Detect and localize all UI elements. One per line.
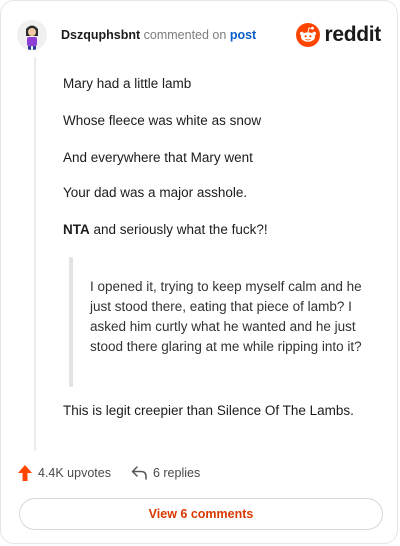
username-link[interactable]: Dszquphsbnt xyxy=(61,28,140,42)
comment-header: Dszquphsbnt commented on post reddit xyxy=(17,19,381,51)
verdict-bold: NTA xyxy=(63,222,90,237)
upvote-button[interactable]: 4.4K upvotes xyxy=(18,465,111,481)
quote-bar xyxy=(69,257,73,387)
reply-button[interactable]: 6 replies xyxy=(131,466,200,480)
comment-line-4: Your dad was a major asshole. xyxy=(63,185,248,200)
comment-card: Dszquphsbnt commented on post reddit Mar… xyxy=(0,0,398,544)
closing-line: This is legit creepier than Silence Of T… xyxy=(63,403,354,418)
comment-line-1: Mary had a little lamb xyxy=(63,76,192,91)
verdict-line: NTA and seriously what the fuck?! xyxy=(63,220,268,240)
upvote-arrow-icon xyxy=(18,465,32,481)
verdict-rest: and seriously what the fuck?! xyxy=(89,222,268,237)
reddit-wordmark: reddit xyxy=(324,23,381,46)
reply-count: 6 replies xyxy=(152,466,201,480)
action-text: commented on xyxy=(143,28,227,42)
action-bar: 4.4K upvotes 6 replies xyxy=(18,465,200,481)
avatar[interactable] xyxy=(17,20,47,50)
blockquote: I opened it, trying to keep myself calm … xyxy=(90,279,362,354)
view-comments-label: View 6 comments xyxy=(148,507,254,521)
view-comments-button[interactable]: View 6 comments xyxy=(19,498,383,530)
avatar-figure-icon xyxy=(17,20,47,50)
upvote-count: 4.4K upvotes xyxy=(38,466,111,480)
thread-line[interactable] xyxy=(34,57,36,451)
reddit-snoo-icon xyxy=(296,23,321,47)
reddit-logo[interactable]: reddit xyxy=(296,23,381,47)
comment-line-2: Whose fleece was white as snow xyxy=(63,113,262,128)
reply-arrow-icon xyxy=(131,466,147,480)
byline: Dszquphsbnt commented on post xyxy=(61,28,256,42)
post-link[interactable]: post xyxy=(230,28,256,42)
comment-line-3: And everywhere that Mary went xyxy=(63,150,253,165)
